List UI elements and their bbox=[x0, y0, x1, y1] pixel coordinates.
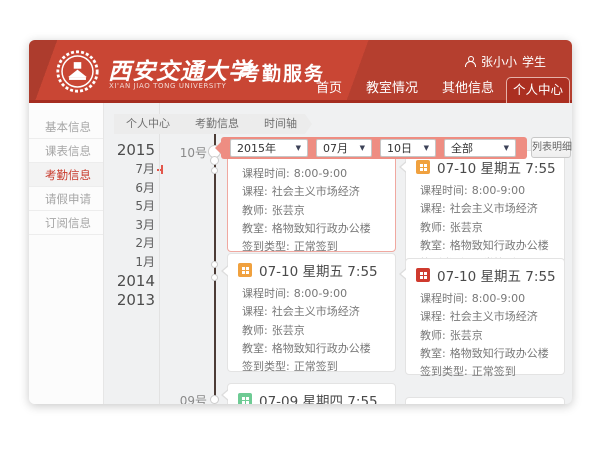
timeline-column-divider bbox=[159, 103, 160, 404]
university-logo-icon bbox=[55, 49, 100, 94]
app-header: 西安交通大学 XI'AN JIAO TONG UNIVERSITY 考勤服务 张… bbox=[29, 40, 572, 103]
filter-bar: 2015年 ▼ 07月 ▼ 10日 ▼ 全部 ▼ bbox=[221, 137, 527, 159]
timeline-node[interactable] bbox=[211, 274, 218, 281]
user-info[interactable]: 张小小 学生 bbox=[465, 53, 546, 70]
year-dropdown[interactable]: 2015年 ▼ bbox=[230, 139, 308, 157]
app-window: 西安交通大学 XI'AN JIAO TONG UNIVERSITY 考勤服务 张… bbox=[29, 40, 572, 404]
list-detail-button[interactable]: 列表明细 bbox=[531, 137, 571, 158]
day-label-09: 09号 bbox=[167, 392, 207, 404]
month-dropdown[interactable]: 07月 ▼ bbox=[316, 139, 372, 157]
nav-item-home[interactable]: 首页 bbox=[304, 77, 354, 100]
breadcrumb-timeline[interactable]: 时间轴 bbox=[247, 114, 312, 134]
timeline-node[interactable] bbox=[210, 156, 219, 165]
status-icon-red bbox=[416, 268, 430, 282]
card-header: 07-10 星期五 7:55 bbox=[437, 157, 556, 177]
attendance-card-clipped[interactable] bbox=[405, 397, 565, 404]
breadcrumb-attendance-info[interactable]: 考勤信息 bbox=[178, 114, 254, 134]
user-role: 学生 bbox=[522, 53, 546, 70]
day-dropdown[interactable]: 10日 ▼ bbox=[380, 139, 436, 157]
status-icon-orange bbox=[238, 263, 252, 277]
university-name-en: XI'AN JIAO TONG UNIVERSITY bbox=[109, 82, 226, 90]
timeline-year-2014[interactable]: 2014 bbox=[104, 272, 155, 291]
timeline-month-jul[interactable]: 7月 bbox=[104, 160, 155, 179]
chevron-down-icon: ▼ bbox=[424, 144, 429, 152]
timeline-year-month-list: 2015 7月 6月 5月 3月 2月 1月 2014 2013 bbox=[104, 141, 155, 310]
sidebar-item-leave-request[interactable]: 请假申请 bbox=[29, 187, 103, 211]
card-header: 07-10 星期五 7:55 bbox=[437, 265, 556, 285]
timeline-node[interactable] bbox=[210, 395, 219, 404]
card-header: 07-09 星期四 7:55 bbox=[259, 390, 378, 404]
timeline-month-jun[interactable]: 6月 bbox=[104, 179, 155, 198]
sidebar-item-subscription-info[interactable]: 订阅信息 bbox=[29, 211, 103, 235]
breadcrumb: 个人中心 考勤信息 时间轴 bbox=[114, 114, 312, 134]
timeline-month-mar[interactable]: 3月 bbox=[104, 216, 155, 235]
attendance-card[interactable]: 07-10 星期五 7:55 课程时间:8:00-9:00 课程:社会主义市场经… bbox=[227, 253, 396, 372]
timeline-month-feb[interactable]: 2月 bbox=[104, 234, 155, 253]
chevron-down-icon: ▼ bbox=[360, 144, 365, 152]
person-icon bbox=[465, 56, 476, 67]
status-icon-orange bbox=[416, 160, 430, 174]
user-name: 张小小 bbox=[481, 53, 517, 70]
university-name-cn: 西安交通大学 bbox=[108, 52, 252, 86]
sidebar: 基本信息 课表信息 考勤信息 请假申请 订阅信息 bbox=[29, 103, 104, 404]
nav-item-other-info[interactable]: 其他信息 bbox=[430, 77, 506, 100]
timeline-year-2013[interactable]: 2013 bbox=[104, 291, 155, 310]
nav-item-personal-center-active[interactable]: 个人中心 bbox=[506, 77, 570, 103]
sidebar-item-attendance-info[interactable]: 考勤信息 bbox=[29, 163, 103, 187]
timeline-node[interactable] bbox=[211, 261, 218, 268]
breadcrumb-personal-center[interactable]: 个人中心 bbox=[114, 114, 185, 134]
timeline-month-jan[interactable]: 1月 bbox=[104, 253, 155, 272]
type-dropdown[interactable]: 全部 ▼ bbox=[444, 139, 516, 157]
current-month-marker bbox=[157, 165, 163, 174]
attendance-card[interactable]: 07-10 星期五 7:55 课程时间:8:00-9:00 课程:社会主义市场经… bbox=[405, 258, 565, 375]
chevron-down-icon: ▼ bbox=[296, 144, 301, 152]
status-icon-green bbox=[238, 393, 252, 404]
timeline-node[interactable] bbox=[211, 167, 218, 174]
timeline-month-may[interactable]: 5月 bbox=[104, 197, 155, 216]
sidebar-item-basic-info[interactable]: 基本信息 bbox=[29, 115, 103, 139]
chevron-down-icon: ▼ bbox=[504, 144, 509, 152]
day-label-10: 10号 bbox=[167, 144, 207, 161]
nav-item-classrooms[interactable]: 教室情况 bbox=[354, 77, 430, 100]
card-header: 07-10 星期五 7:55 bbox=[259, 260, 378, 280]
timeline-year-2015[interactable]: 2015 bbox=[104, 141, 155, 160]
main-nav: 首页 教室情况 其他信息 个人中心 bbox=[304, 77, 570, 103]
sidebar-item-schedule-info[interactable]: 课表信息 bbox=[29, 139, 103, 163]
attendance-card-partial[interactable]: 07-09 星期四 7:55 bbox=[227, 383, 396, 404]
attendance-card[interactable]: 07-10 星期五 7:55 课程时间:8:00-9:00 课程:社会主义市场经… bbox=[405, 150, 565, 264]
